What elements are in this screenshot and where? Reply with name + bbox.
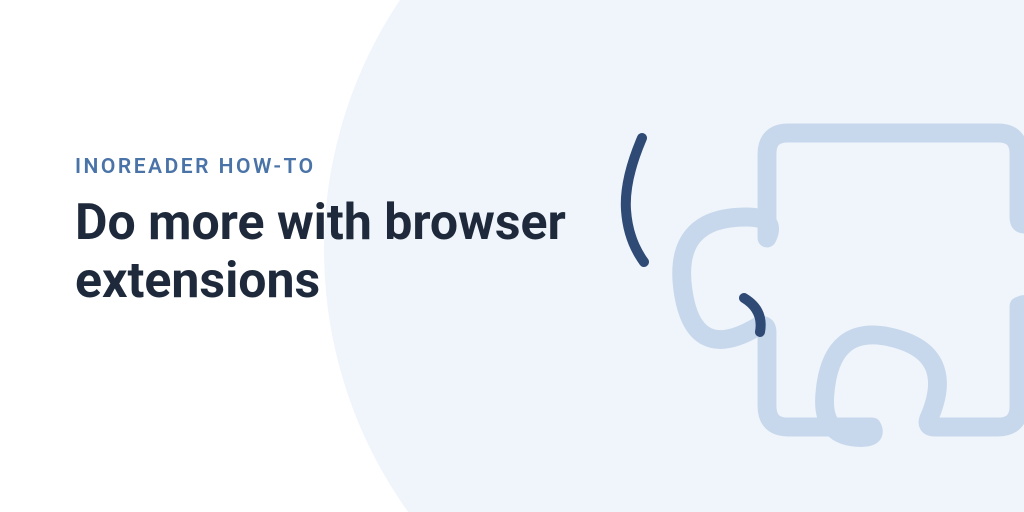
accent-stroke-mid xyxy=(734,290,774,340)
hero-content: INOREADER HOW-TO Do more with browser ex… xyxy=(75,155,635,310)
hero-eyebrow: INOREADER HOW-TO xyxy=(75,155,635,179)
puzzle-icon xyxy=(644,20,1024,500)
hero-headline: Do more with browser extensions xyxy=(75,195,635,310)
